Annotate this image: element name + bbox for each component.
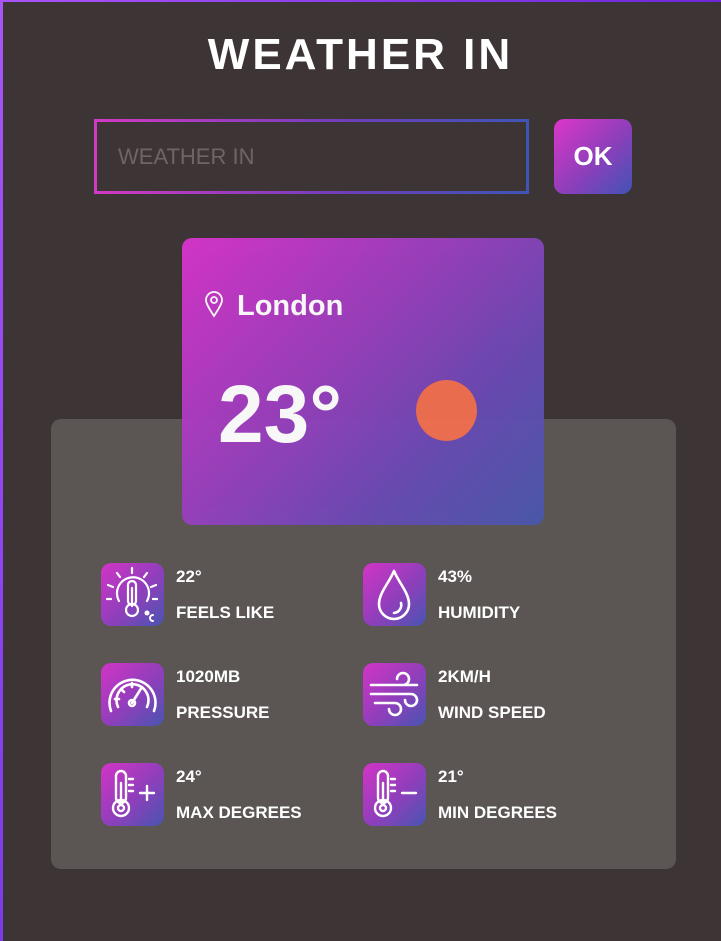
feels-like-thermometer-icon xyxy=(101,563,164,626)
feels-like-value: 22° xyxy=(176,567,202,586)
humidity-value: 43% xyxy=(438,567,473,586)
stat-min-degrees: 21° MIN DEGREES xyxy=(363,763,593,827)
thermometer-minus-icon xyxy=(363,763,426,826)
city-name: London xyxy=(237,290,344,322)
location-pin-icon xyxy=(205,291,223,318)
humidity-drop-icon xyxy=(363,563,426,626)
wind-speed-label: WIND SPEED xyxy=(438,703,546,722)
stat-pressure: 1020MB PRESSURE xyxy=(101,663,331,727)
feels-like-label: FEELS LIKE xyxy=(176,603,275,622)
max-degrees-value: 24° xyxy=(176,767,202,786)
stat-max-degrees: 24° MAX DEGREES xyxy=(101,763,331,827)
wind-icon xyxy=(363,663,426,726)
current-weather-card: London 23° xyxy=(182,238,544,525)
pressure-label: PRESSURE xyxy=(176,703,270,722)
ok-button[interactable]: OK xyxy=(554,119,632,194)
pressure-value: 1020MB xyxy=(176,667,241,686)
sun-icon xyxy=(416,380,477,441)
min-degrees-label: MIN DEGREES xyxy=(438,803,558,822)
left-accent-border xyxy=(0,0,3,941)
top-accent-border xyxy=(0,0,721,2)
thermometer-plus-icon xyxy=(101,763,164,826)
stat-humidity: 43% HUMIDITY xyxy=(363,563,593,627)
search-field-frame xyxy=(94,119,529,194)
humidity-label: HUMIDITY xyxy=(438,603,521,622)
wind-speed-value: 2KM/H xyxy=(438,667,491,686)
max-degrees-label: MAX DEGREES xyxy=(176,803,302,822)
page-title: WEATHER IN xyxy=(207,30,514,79)
city-search-input[interactable] xyxy=(97,122,526,191)
stat-feels-like: 22° FEELS LIKE xyxy=(101,563,331,627)
current-temperature: 23° xyxy=(218,369,343,460)
pressure-gauge-icon xyxy=(101,663,164,726)
stat-wind-speed: 2KM/H WIND SPEED xyxy=(363,663,593,727)
min-degrees-value: 21° xyxy=(438,767,464,786)
